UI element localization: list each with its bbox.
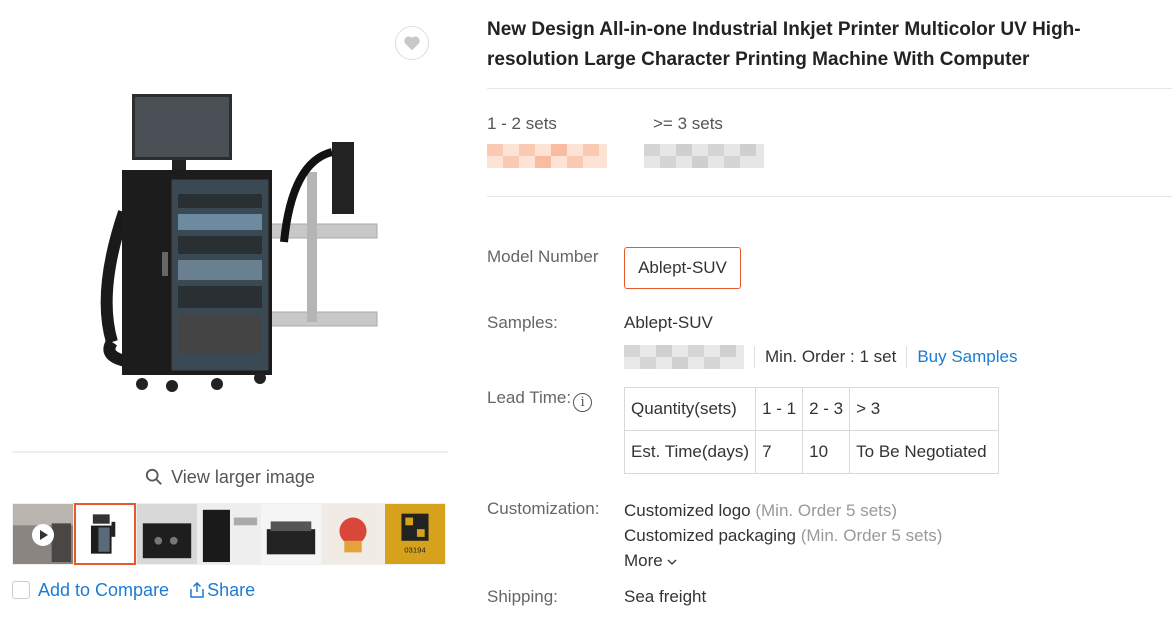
thumbnail-7[interactable]: 03194 — [384, 503, 446, 565]
qr-code-thumbnail-image: 03194 — [385, 504, 445, 564]
share-link[interactable]: Share — [189, 580, 255, 601]
model-number-option[interactable]: Ablept-SUV — [624, 247, 741, 289]
shipping-value: Sea freight — [624, 587, 707, 606]
printed-sample-thumbnail-image — [323, 504, 383, 564]
thumbnail-5[interactable] — [260, 503, 322, 565]
table-cell: 7 — [755, 430, 804, 474]
blurred-price — [487, 144, 607, 168]
divider — [487, 88, 1172, 89]
blurred-sample-price — [624, 345, 744, 369]
share-label: Share — [207, 579, 256, 600]
table-cell: 1 - 1 — [755, 387, 804, 431]
info-icon[interactable]: i — [573, 393, 593, 412]
samples-value: Ablept-SUV — [624, 313, 713, 332]
customization-note: (Min. Order 5 sets) — [755, 501, 898, 520]
table-cell: > 3 — [849, 387, 1000, 431]
add-to-compare-link[interactable]: Add to Compare — [38, 580, 169, 601]
price-tier-1: 1 - 2 sets — [487, 114, 607, 168]
product-details: New Design All-in-one Industrial Inkjet … — [487, 0, 1172, 623]
compare-share-row: Add to Compare Share — [12, 576, 255, 604]
product-title: New Design All-in-one Industrial Inkjet … — [487, 19, 1081, 70]
image-divider — [12, 451, 448, 453]
customization-note: (Min. Order 5 sets) — [800, 526, 943, 545]
view-larger-image-link[interactable]: View larger image — [12, 464, 448, 490]
price-tier-2: >= 3 sets — [644, 114, 764, 168]
view-larger-label: View larger image — [171, 466, 315, 487]
product-gallery: View larger image 03194 Add to Compare S… — [0, 0, 460, 623]
shipping-label: Shipping: — [487, 587, 558, 606]
chevron-down-icon — [668, 559, 677, 565]
thumbnail-video[interactable] — [12, 503, 74, 565]
samples-order-row: Min. Order : 1 set Buy Samples — [624, 344, 1018, 370]
favorite-button[interactable] — [395, 26, 429, 60]
price-tier-quantity: 1 - 2 sets — [487, 114, 557, 133]
printer-machine-illustration — [100, 94, 378, 392]
list-item: Customized logo (Min. Order 5 sets) — [624, 498, 942, 523]
price-tier-quantity: >= 3 sets — [653, 114, 723, 133]
thumbnail-selected[interactable] — [74, 503, 136, 565]
svg-text:03194: 03194 — [404, 545, 426, 554]
blurred-price — [644, 144, 764, 168]
buy-samples-link[interactable]: Buy Samples — [917, 347, 1017, 367]
main-product-image[interactable] — [12, 12, 448, 450]
sample-min-order: Min. Order : 1 set — [765, 347, 897, 366]
play-icon — [32, 524, 54, 546]
table-cell: To Be Negotiated — [849, 430, 1000, 474]
thumbnail-3[interactable] — [136, 503, 198, 565]
table-row: Quantity(sets) 1 - 1 2 - 3 > 3 — [623, 387, 1000, 431]
thumbnail-6[interactable] — [322, 503, 384, 565]
customization-list: Customized logo (Min. Order 5 sets) Cust… — [624, 498, 942, 573]
share-icon — [190, 582, 204, 598]
printer-head-thumbnail-image — [137, 504, 197, 564]
thumbnail-4[interactable] — [198, 503, 260, 565]
table-cell: 10 — [802, 430, 851, 474]
customization-label: Customization: — [487, 499, 600, 518]
lead-time-table: Quantity(sets) 1 - 1 2 - 3 > 3 Est. Time… — [623, 387, 1000, 474]
lead-time-label: Lead Time: — [487, 388, 572, 407]
separator — [906, 346, 908, 368]
divider — [487, 196, 1172, 197]
more-label: More — [624, 551, 663, 570]
table-row: Est. Time(days) 7 10 To Be Negotiated — [623, 430, 1000, 474]
cabinet-thumbnail-image — [199, 504, 259, 564]
heart-icon — [404, 36, 420, 51]
table-cell: Est. Time(days) — [623, 430, 757, 474]
lead-time-label-group: Lead Time: i — [487, 388, 593, 412]
controller-thumbnail-image — [261, 504, 321, 564]
samples-label: Samples: — [487, 313, 558, 332]
more-customizations-button[interactable]: More — [624, 548, 942, 573]
search-icon — [146, 468, 162, 485]
model-number-label: Model Number — [487, 247, 599, 266]
list-item: Customized packaging (Min. Order 5 sets) — [624, 523, 942, 548]
separator — [754, 346, 755, 368]
customization-name: Customized packaging — [624, 526, 796, 545]
thumbnail-strip: 03194 — [12, 503, 446, 565]
customization-name: Customized logo — [624, 501, 751, 520]
table-cell: Quantity(sets) — [623, 387, 757, 431]
table-cell: 2 - 3 — [802, 387, 851, 431]
compare-checkbox[interactable] — [12, 581, 30, 599]
printer-thumbnail-image — [76, 505, 134, 563]
